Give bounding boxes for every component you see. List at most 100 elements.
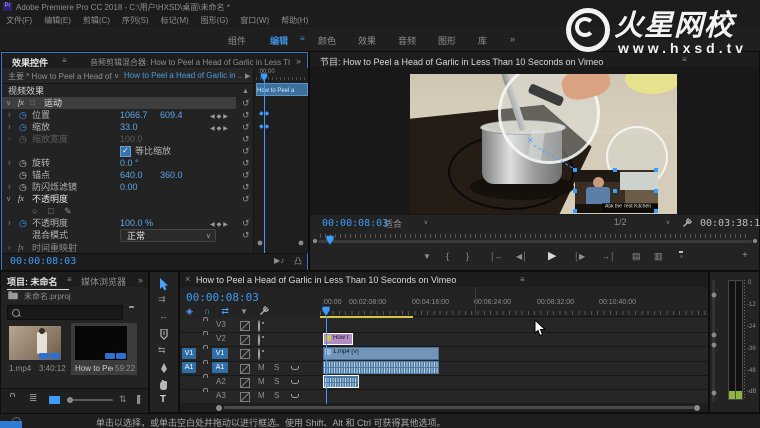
menu-clip[interactable]: 剪辑(C) [83,15,110,26]
scrubber-zoom-right[interactable] [753,239,757,243]
scale-value[interactable]: 33.0 [120,121,138,133]
button-editor-plus[interactable] [742,250,748,261]
remap-expander-icon[interactable] [8,242,11,252]
master-clip-dropdown-icon[interactable] [114,72,119,80]
anchor-x-value[interactable]: 640.0 [120,169,143,181]
workspace-color[interactable]: 颜色 [318,34,336,47]
scale-keyframes[interactable]: ◆◆ [259,123,270,130]
a3-synclock-icon[interactable] [240,392,250,402]
opacity-effect-reset-icon[interactable] [242,193,250,205]
row-scale-width[interactable]: 缩放宽度 100.0 [2,133,252,145]
program-playhead[interactable] [326,239,333,244]
timeline-timecode[interactable]: 00:00:08:03 [186,291,259,304]
workspace-effects[interactable]: 效果 [358,34,376,47]
vscroll-handle-1[interactable] [712,293,717,298]
tool-selection[interactable] [159,278,169,291]
tool-hand[interactable] [158,379,170,391]
program-timecode[interactable]: 00:00:08:03 [322,218,388,229]
clip-a1-audio[interactable] [323,361,439,374]
sort-icon[interactable] [119,394,127,405]
vscroll-handle-3[interactable] [712,343,717,348]
v2-synclock-icon[interactable] [240,335,250,345]
snap-icon[interactable] [204,306,211,316]
step-back-button[interactable] [516,252,527,261]
play-audio-only-icon[interactable] [274,256,284,265]
pip-handle-bl[interactable] [573,209,577,213]
add-marker-button[interactable] [423,252,431,261]
ellipse-mask-icon[interactable] [32,205,37,217]
v3-name[interactable]: V3 [216,320,226,329]
timeline-tab-close-icon[interactable] [185,274,190,284]
workspace-editing[interactable]: 编辑 [270,34,288,47]
timeline-hscroll[interactable] [180,403,708,412]
clip-v2-graphic[interactable]: How t [323,333,353,345]
extract-button[interactable] [654,251,663,262]
position-y-value[interactable]: 609.4 [160,109,183,121]
v1-source-patch[interactable]: V1 [182,348,196,359]
scrubber-zoom-left[interactable] [313,239,317,243]
list-view-icon[interactable] [29,393,37,404]
position-stopwatch-icon[interactable] [19,109,27,121]
hscroll-zoom-right[interactable] [694,405,700,411]
program-panel-menu-icon[interactable] [682,55,687,64]
blend-mode-select[interactable]: 正常 [120,229,216,242]
a3-solo-button[interactable]: S [274,391,279,400]
anchor-stopwatch-icon[interactable] [19,169,27,181]
project-panel-menu-icon[interactable] [67,275,72,284]
row-opacity-effect[interactable]: fx 不透明度 [2,193,252,205]
master-clip-label[interactable]: 主要 * How to Peel a Head of Garli... [8,71,112,82]
project-search-input[interactable] [7,305,123,320]
uniform-scale-checkbox[interactable] [120,146,131,157]
scale-expander-icon[interactable] [8,121,11,133]
blend-mode-reset-icon[interactable] [242,229,250,241]
a3-name[interactable]: A3 [216,391,226,400]
a1-mute-button[interactable]: M [258,363,265,372]
video-frame[interactable]: ✕ Ask the Test Kitchen [410,74,677,214]
antiflicker-stopwatch-icon[interactable] [19,181,27,193]
pip-handle-br[interactable] [654,209,658,213]
go-to-in-button[interactable] [490,252,503,261]
timeline-settings-icon[interactable] [259,306,269,316]
workspace-editing-menu-icon[interactable] [300,34,305,43]
rotation-reset-icon[interactable] [242,157,250,169]
hscroll-zoom-left[interactable] [216,405,222,411]
mark-in-button[interactable] [446,251,449,261]
export-icon[interactable] [294,256,302,267]
timeline-add-marker-icon[interactable] [240,307,248,316]
workspace-overflow-icon[interactable] [510,34,515,44]
pip-handle-tm[interactable] [613,168,617,172]
step-forward-button[interactable] [574,252,585,261]
tab-timeline-sequence[interactable]: How to Peel a Head of Garlic in Less Tha… [196,275,516,285]
rotation-stopwatch-icon[interactable] [19,157,27,169]
lift-button[interactable] [632,251,641,262]
menu-file[interactable]: 文件(F) [6,15,32,26]
opacity-reset-icon[interactable] [242,217,250,229]
scrubber-track[interactable] [318,240,752,243]
rect-mask-icon[interactable] [48,205,53,217]
resolution-select[interactable]: 1/2 [610,217,672,229]
anchor-reset-icon[interactable] [242,169,250,181]
row-scale[interactable]: 缩放 33.0 ◀◆▶ [2,121,252,133]
vscroll-handle-4[interactable] [712,391,717,396]
row-uniform-scale[interactable]: 等比缩放 [2,145,252,157]
hscroll-thumb[interactable] [224,406,694,409]
tab-project[interactable]: 项目: 未命名 [7,275,69,290]
a1-synclock-icon[interactable] [240,364,250,374]
lane-zoom-handle-left[interactable] [258,241,263,246]
timeline-ruler[interactable]: :00:00 00:02:08:00 00:04:16:00 00:06:24:… [320,287,708,317]
v1-name[interactable]: V1 [212,348,228,359]
motion-reset-icon[interactable] [242,97,250,109]
row-position[interactable]: 位置 1066.7 609.4 ◀◆▶ [2,109,252,121]
menu-graphics[interactable]: 图形(G) [201,15,229,26]
workspace-audio[interactable]: 音频 [398,34,416,47]
workspace-assembly[interactable]: 组件 [228,34,246,47]
project-item-thumb-1[interactable] [9,326,61,360]
fit-select[interactable]: 适合 [382,217,430,229]
effect-controls-panel-menu-icon[interactable] [62,56,67,65]
pip-handle-center[interactable] [613,189,617,193]
tool-track-select[interactable] [158,294,166,305]
workspace-graphics[interactable]: 图形 [438,34,456,47]
workspace-libraries[interactable]: 库 [478,34,487,47]
icon-view-icon[interactable] [49,396,60,404]
effect-controls-timecode[interactable]: 00:00:08:03 [10,256,76,267]
